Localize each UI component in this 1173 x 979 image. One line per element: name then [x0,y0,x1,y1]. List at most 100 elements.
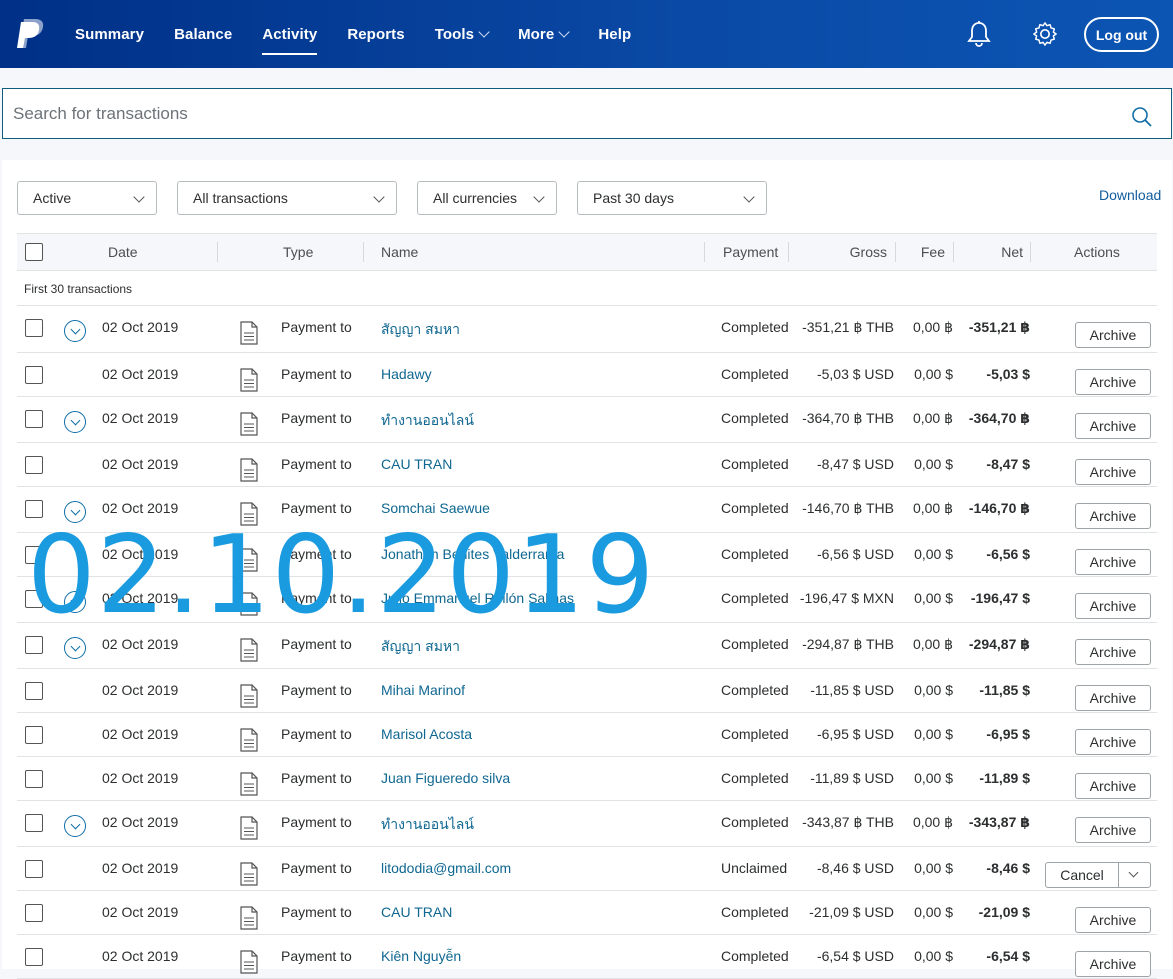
type-filter-select[interactable]: All transactions [177,181,397,215]
archive-button[interactable]: Archive [1075,639,1151,665]
table-row[interactable]: 02 Oct 2019 Payment to Juan Figueredo silv… [17,757,1157,801]
currency-filter-select[interactable]: All currencies [417,181,557,215]
expand-chevron-icon[interactable] [64,320,86,342]
archive-button[interactable]: Archive [1075,817,1151,843]
row-checkbox[interactable] [25,636,43,654]
expand-chevron-icon[interactable] [64,815,86,837]
row-fee: 0,00 $ [914,546,953,562]
archive-button[interactable]: Archive [1075,413,1151,439]
row-checkbox[interactable] [25,814,43,832]
table-row[interactable]: 02 Oct 2019 Payment to Kiên Nguyễn Complete… [17,935,1157,979]
row-net: -351,21 ฿ [968,319,1030,335]
row-checkbox[interactable] [25,500,43,518]
row-name-link[interactable]: Marisol Acosta [381,726,472,742]
archive-button[interactable]: Archive [1075,549,1151,575]
row-checkbox[interactable] [25,366,43,384]
nav-item-label: Activity [262,25,318,43]
row-gross: -294,87 ฿ THB [802,636,894,652]
row-gross: -343,87 ฿ THB [802,814,894,830]
row-checkbox[interactable] [25,904,43,922]
logout-button[interactable]: Log out [1084,17,1159,52]
table-row[interactable]: 02 Oct 2019 Payment to Julio Emmanuel Rell… [17,577,1157,623]
cancel-button[interactable]: Cancel [1045,862,1151,888]
row-fee: 0,00 $ [914,590,953,606]
row-name-link[interactable]: Hadawy [381,366,432,382]
archive-button[interactable]: Archive [1075,907,1151,933]
nav-item-reports[interactable]: Reports [332,0,419,68]
nav-item-summary[interactable]: Summary [60,0,159,68]
chevron-down-icon[interactable] [1128,867,1139,878]
nav-item-more[interactable]: More [503,0,583,68]
notification-bell-icon[interactable] [966,20,992,48]
nav-item-label: Summary [75,25,145,43]
row-name-link[interactable]: ทำงานออนไลน์ [381,814,474,836]
table-subheader: First 30 transactions [17,271,1157,306]
row-checkbox[interactable] [25,770,43,788]
archive-button[interactable]: Archive [1075,459,1151,485]
row-name-link[interactable]: สัญญา สมหา [381,636,460,658]
select-all-checkbox[interactable] [25,243,43,261]
row-name-link[interactable]: Kiên Nguyễn [381,948,461,964]
header-date[interactable]: Date [108,244,138,260]
search-icon[interactable] [1131,106,1153,128]
cancel-button-label: Cancel [1060,867,1104,883]
row-name-link[interactable]: Julio Emmanuel Rellón Salinas [381,590,574,606]
nav-item-help[interactable]: Help [583,0,646,68]
row-checkbox[interactable] [25,682,43,700]
document-icon [240,548,258,572]
row-checkbox[interactable] [25,860,43,878]
row-checkbox[interactable] [25,546,43,564]
header-type: Type [283,244,314,260]
table-row[interactable]: 02 Oct 2019 Payment to ทำงานออนไลน์ Complet… [17,801,1157,847]
table-row[interactable]: 02 Oct 2019 Payment to Marisol Acosta Compl… [17,713,1157,757]
row-date: 02 Oct 2019 [102,860,179,876]
nav-item-tools[interactable]: Tools [420,0,503,68]
archive-button[interactable]: Archive [1075,773,1151,799]
archive-button[interactable]: Archive [1075,951,1151,977]
expand-chevron-icon[interactable] [64,637,86,659]
download-link[interactable]: Download [1099,187,1161,203]
row-checkbox[interactable] [25,590,43,608]
row-name-link[interactable]: litododia@gmail.com [381,860,511,876]
row-name-link[interactable]: ทำงานออนไลน์ [381,410,474,432]
table-row[interactable]: 02 Oct 2019 Payment to สัญญา สมหา Completed… [17,306,1157,353]
table-row[interactable]: 02 Oct 2019 Payment to CAU TRAN Completed -2… [17,891,1157,935]
row-name-link[interactable]: Somchai Saewue [381,500,490,516]
table-row[interactable]: 02 Oct 2019 Payment to Jonathan Benites Va… [17,533,1157,577]
expand-chevron-icon[interactable] [64,501,86,523]
period-filter-select[interactable]: Past 30 days [577,181,767,215]
table-row[interactable]: 02 Oct 2019 Payment to ทำงานออนไลน์ Complet… [17,397,1157,443]
expand-chevron-icon[interactable] [64,591,86,613]
row-name-link[interactable]: Jonathan Benites Valderrama [381,546,564,562]
table-row[interactable]: 02 Oct 2019 Payment to สัญญา สมหา Completed… [17,623,1157,669]
row-name-link[interactable]: CAU TRAN [381,456,452,472]
table-row[interactable]: 02 Oct 2019 Payment to Somchai Saewue Compl… [17,487,1157,533]
table-row[interactable]: 02 Oct 2019 Payment to Mihai Marinof Comple… [17,669,1157,713]
table-row[interactable]: 02 Oct 2019 Payment to litododia@gmail.com… [17,847,1157,891]
row-checkbox[interactable] [25,948,43,966]
archive-button[interactable]: Archive [1075,322,1151,348]
row-checkbox[interactable] [25,319,43,337]
archive-button[interactable]: Archive [1075,503,1151,529]
nav-item-activity[interactable]: Activity [247,0,332,68]
paypal-logo-icon[interactable] [17,18,45,50]
row-checkbox[interactable] [25,410,43,428]
row-name-link[interactable]: CAU TRAN [381,904,452,920]
archive-button[interactable]: Archive [1075,593,1151,619]
settings-gear-icon[interactable] [1032,20,1058,48]
archive-button[interactable]: Archive [1075,685,1151,711]
row-name-link[interactable]: Mihai Marinof [381,682,465,698]
row-checkbox[interactable] [25,456,43,474]
table-row[interactable]: 02 Oct 2019 Payment to Hadawy Completed -5,0… [17,353,1157,397]
table-row[interactable]: 02 Oct 2019 Payment to CAU TRAN Completed -8… [17,443,1157,487]
expand-chevron-icon[interactable] [64,411,86,433]
row-checkbox[interactable] [25,726,43,744]
row-gross: -364,70 ฿ THB [802,410,894,426]
archive-button[interactable]: Archive [1075,369,1151,395]
row-name-link[interactable]: Juan Figueredo silva [381,770,510,786]
search-input[interactable] [13,99,1113,129]
archive-button[interactable]: Archive [1075,729,1151,755]
row-name-link[interactable]: สัญญา สมหา [381,319,460,341]
status-filter-select[interactable]: Active [17,181,157,215]
nav-item-balance[interactable]: Balance [159,0,247,68]
